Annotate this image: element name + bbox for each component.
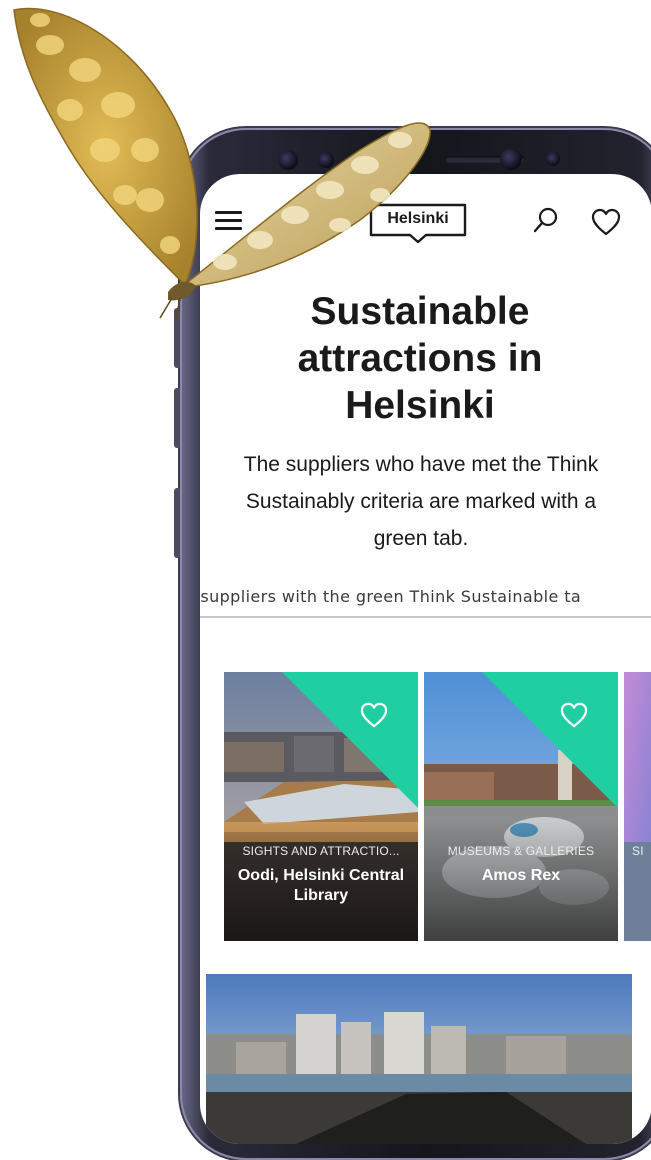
sustainable-badge bbox=[482, 672, 618, 808]
card-title: Amos Rex bbox=[481, 867, 561, 884]
filter-label: l suppliers with the green Think Sustain… bbox=[200, 587, 582, 606]
volume-button bbox=[174, 388, 180, 448]
butterfly-illustration bbox=[13, 7, 431, 321]
heart-icon[interactable] bbox=[591, 208, 621, 236]
front-camera-icon bbox=[500, 148, 522, 170]
favorite-heart-icon[interactable] bbox=[360, 702, 388, 728]
city-skyline-image[interactable] bbox=[206, 974, 632, 1144]
sustainable-filter-tab[interactable]: l suppliers with the green Think Sustain… bbox=[200, 582, 651, 618]
card-category: SI bbox=[632, 844, 644, 858]
attraction-card[interactable]: SI bbox=[624, 672, 651, 941]
search-icon[interactable] bbox=[532, 206, 560, 234]
attraction-card[interactable]: SIGHTS AND ATTRACTIO... Oodi, Helsinki C… bbox=[224, 672, 418, 941]
attraction-image bbox=[624, 672, 651, 941]
side-button bbox=[174, 488, 180, 558]
card-category: SIGHTS AND ATTRACTIO... bbox=[242, 844, 400, 858]
card-category: MUSEUMS & GALLERIES bbox=[447, 844, 595, 858]
favorite-heart-icon[interactable] bbox=[560, 702, 588, 728]
card-title: Oodi, Helsinki Central Library bbox=[237, 867, 405, 904]
proximity-sensor-icon bbox=[546, 152, 560, 166]
page-description: The suppliers who have met the Think Sus… bbox=[243, 453, 599, 550]
sustainable-badge bbox=[282, 672, 418, 808]
attraction-card[interactable]: MUSEUMS & GALLERIES Amos Rex bbox=[424, 672, 618, 941]
